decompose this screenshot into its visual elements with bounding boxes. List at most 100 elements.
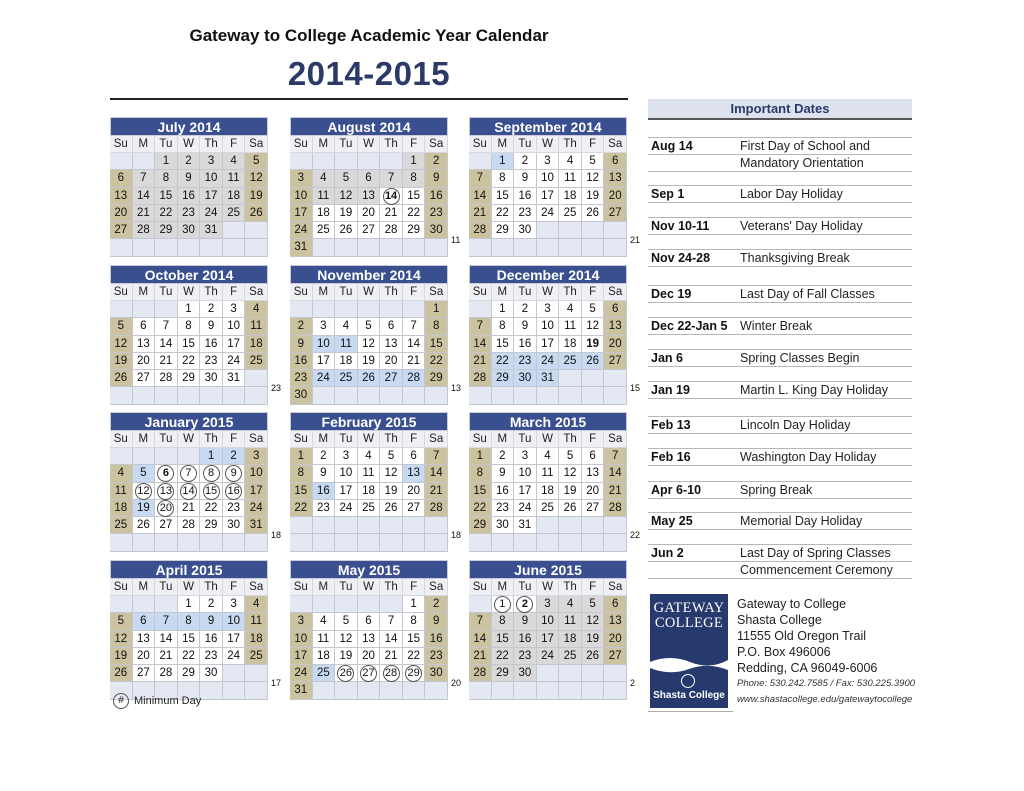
day-number: 17: [518, 484, 532, 497]
document-title: Gateway to College Academic Year Calenda…: [189, 26, 549, 45]
month-day-grid: Su M Tu W Th F Sa 1 2 3 4 5 6 7 8 9 10 11 12 13 14 15 16 17 18 19…: [290, 284, 448, 405]
day-number: 15: [473, 484, 487, 497]
day-cell: 29: [200, 517, 223, 535]
day-cell: 18: [312, 647, 336, 666]
day-cell: 6: [581, 448, 605, 466]
day-cell: 17: [290, 204, 313, 223]
day-cell: 15: [200, 482, 223, 500]
weekday-label: W: [536, 431, 560, 448]
legend-label: Minimum Day: [134, 695, 202, 707]
important-date: [648, 155, 740, 171]
day-cell: 17: [536, 335, 560, 353]
empty-day-cell: [491, 682, 515, 700]
day-cell: 2: [222, 448, 246, 466]
day-cell: 27: [155, 517, 178, 535]
day-cell: 13: [132, 630, 156, 648]
important-date: Nov 24-28: [651, 251, 711, 265]
day-cell: 17: [536, 630, 560, 648]
day-cell: 3: [290, 170, 313, 188]
contact-website: www.shastacollege.edu/gatewaytocollege: [737, 694, 913, 705]
day-cell: 13: [581, 465, 605, 483]
day-cell: 2: [514, 153, 537, 171]
important-date-description: Last Day of Fall Classes: [740, 287, 875, 301]
empty-day-cell: [581, 222, 605, 240]
day-number: 1: [185, 598, 192, 610]
day-cell: 10: [312, 335, 336, 353]
day-number: 10: [227, 320, 241, 333]
day-number: 11: [362, 467, 375, 480]
day-number: 20: [384, 354, 398, 367]
weekday-label: Th: [200, 579, 223, 596]
day-cell: 3: [536, 596, 560, 614]
day-number: 28: [159, 667, 173, 680]
day-number: 6: [589, 450, 596, 462]
day-cell: 24: [200, 204, 223, 223]
weekday-label: Tu: [155, 284, 178, 301]
day-cell: 9: [312, 465, 336, 483]
day-number: 23: [429, 206, 443, 219]
day-cell: 5: [110, 613, 133, 631]
empty-day-cell: [357, 301, 381, 319]
day-cell: 25: [559, 204, 582, 223]
day-number: 21: [384, 206, 398, 219]
day-number: 7: [476, 320, 483, 333]
weekday-label: Th: [380, 284, 403, 301]
day-cell: 24: [335, 499, 358, 518]
day-number: 10: [249, 467, 263, 480]
important-date: May 25: [651, 514, 693, 528]
day-cell: 21: [402, 352, 426, 371]
day-number: 24: [541, 649, 554, 662]
day-cell: 17: [222, 335, 246, 353]
day-cell: 24: [536, 352, 560, 371]
day-cell: 7: [132, 170, 156, 188]
day-number: 8: [499, 615, 506, 628]
weekday-label: F: [222, 284, 246, 301]
important-date-description: Winter Break: [740, 319, 813, 333]
day-cell: 13: [357, 630, 381, 648]
empty-day-cell: [604, 239, 627, 257]
weekday-label: Th: [559, 431, 582, 448]
day-cell: 18: [536, 482, 560, 500]
day-number: 1: [493, 596, 511, 613]
day-cell: 30: [491, 517, 515, 535]
day-cell: 26: [581, 352, 605, 371]
empty-day-cell: [402, 301, 426, 319]
day-cell: 23: [514, 352, 537, 371]
day-cell: 31: [514, 517, 537, 535]
school-day-count: 17: [271, 678, 282, 688]
day-cell: 23: [491, 499, 515, 518]
day-number: 2: [521, 155, 529, 167]
day-number: 9: [433, 615, 440, 628]
day-number: 7: [410, 320, 417, 333]
day-cell: 27: [132, 665, 156, 683]
empty-day-cell: [357, 517, 381, 535]
day-cell: 5: [357, 318, 381, 336]
important-date-row: Aug 14 First Day of School and Mandatory O…: [648, 137, 912, 172]
important-date-description: First Day of School and: [740, 139, 870, 153]
empty-day-cell: [425, 682, 448, 700]
day-number: 18: [541, 484, 554, 497]
day-cell: 8: [491, 613, 515, 631]
day-number: 21: [182, 501, 195, 514]
day-cell: 4: [222, 153, 246, 171]
day-number: 28: [407, 372, 421, 385]
day-cell: 11: [222, 170, 246, 188]
day-cell: 14: [155, 335, 178, 353]
day-cell: 29: [155, 222, 178, 240]
weekday-label: Th: [559, 579, 582, 596]
day-cell: 25: [357, 499, 381, 518]
day-number: 10: [541, 172, 554, 185]
day-number: 15: [429, 337, 443, 350]
important-date-row: Nov 24-28 Thanksgiving Break: [648, 249, 912, 267]
day-number: 30: [204, 667, 218, 680]
day-number: 29: [407, 224, 421, 237]
day-number: 30: [518, 224, 532, 237]
day-number: 3: [342, 450, 350, 462]
day-cell: 28: [469, 370, 492, 388]
weekday-label: W: [357, 136, 381, 153]
day-number: 17: [204, 189, 218, 202]
day-number: 8: [162, 172, 170, 185]
empty-day-cell: [380, 387, 403, 405]
day-number: 30: [204, 372, 218, 385]
day-number: 15: [159, 189, 173, 202]
